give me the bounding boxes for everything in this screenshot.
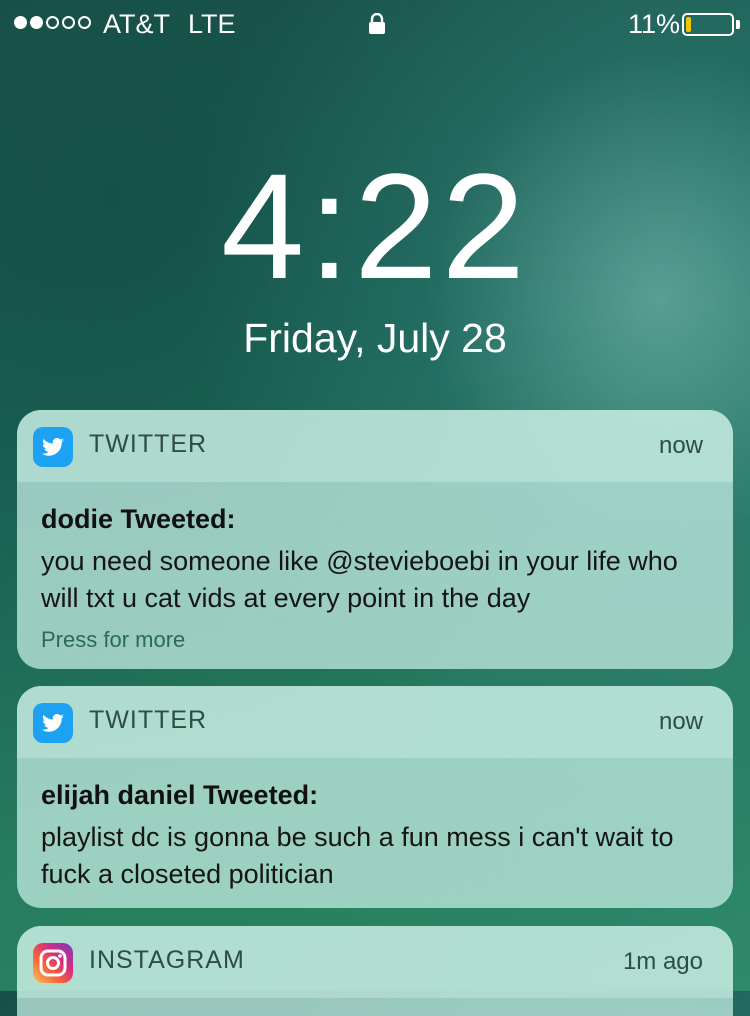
notification-title: elijah daniel Tweeted: [41,780,319,810]
notification-message: you need someone like @stevieboebi in yo… [41,546,678,613]
signal-dot [14,16,27,29]
notification-title: dodie Tweeted: [41,504,236,534]
signal-dot [46,16,59,29]
notification-header: INSTAGRAM 1m ago [17,926,733,998]
notification-time: 1m ago [622,948,703,975]
battery-level-fill [686,17,691,32]
signal-strength-icon [14,16,91,29]
twitter-bird-icon [33,427,73,467]
notification-instagram[interactable]: INSTAGRAM 1m ago [17,926,733,1016]
notification-header: TWITTER now [17,410,733,482]
lock-screen-date: Friday, July 28 [243,315,507,361]
notification-twitter-dodie[interactable]: TWITTER now dodie Tweeted: you need some… [17,410,733,669]
app-name: TWITTER [89,430,208,458]
notification-header: TWITTER now [17,686,733,758]
notification-time: now [658,432,703,459]
battery-icon [682,13,734,36]
app-name: INSTAGRAM [89,946,245,974]
signal-dot [78,16,91,29]
lock-screen-time: 4:22 [221,142,529,310]
carrier-name: AT&T [103,9,170,39]
notification-body: elijah daniel Tweeted: playlist dc is go… [17,758,733,908]
signal-dot [62,16,75,29]
app-name: TWITTER [89,706,208,734]
instagram-icon [33,943,73,983]
notification-twitter-elijah[interactable]: TWITTER now elijah daniel Tweeted: playl… [17,686,733,908]
network-type: LTE [188,9,236,39]
battery-cap [736,20,740,29]
notification-message: playlist dc is gonna be such a fun mess … [41,822,674,889]
signal-dot [30,16,43,29]
status-bar: AT&T LTE 11% [0,0,750,48]
lock-icon [369,13,385,34]
notification-time: now [658,708,703,735]
press-for-more-hint: Press for more [41,627,186,652]
twitter-bird-icon [33,703,73,743]
battery-percentage: 11% [628,9,681,39]
notification-body: dodie Tweeted: you need someone like @st… [17,482,733,669]
